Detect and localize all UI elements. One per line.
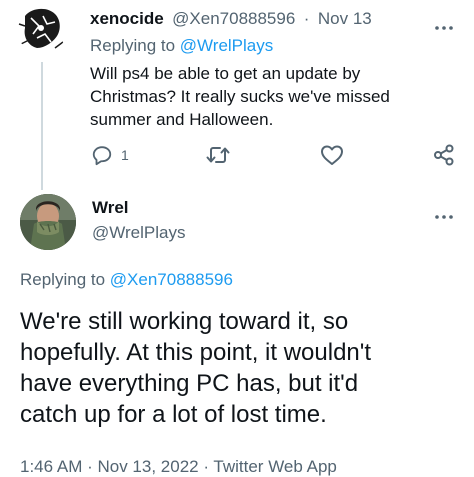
reply-count: 1 [121,147,129,163]
replying-to-link[interactable]: @Xen70888596 [110,270,233,289]
share-action[interactable] [433,144,455,166]
reply-replying-to: Replying to @WrelPlays [90,36,273,56]
reply-text-line: summer and Halloween. [90,110,274,129]
avatar-sketch-icon [17,4,67,54]
avatar-wrel[interactable] [20,194,76,250]
main-text-line: We're still working toward it, so [20,308,349,335]
reply-text-line: Christmas? It really sucks we've missed [90,87,390,106]
reply-tweet-header: xenocide @Xen70888596 · Nov 13 [90,9,372,29]
reply-handle[interactable]: @Xen70888596 [172,9,295,28]
like-action[interactable] [320,144,344,166]
main-tweet-text: We're still working toward it, so hopefu… [20,306,371,430]
reply-display-name[interactable]: xenocide [90,9,164,28]
reply-icon [92,146,112,166]
more-icon[interactable] [435,206,453,219]
reply-date[interactable]: Nov 13 [318,9,372,28]
avatar-xenocide[interactable] [17,4,67,54]
main-display-name[interactable]: Wrel [92,198,129,218]
header-separator: · [303,9,310,28]
reply-text-line: Will ps4 be able to get an update by [90,64,361,83]
main-text-line: hopefully. At this point, it wouldn't [20,339,372,366]
replying-to-link[interactable]: @WrelPlays [180,36,273,55]
main-text-line: have everything PC has, but it'd [20,370,359,397]
replying-to-label: Replying to [90,36,176,55]
like-icon [321,145,343,165]
reply-tweet-text: Will ps4 be able to get an update by Chr… [90,62,390,131]
more-icon[interactable] [435,17,453,30]
main-handle[interactable]: @WrelPlays [92,223,185,243]
avatar-photo-icon [20,194,76,250]
tweet-timestamp[interactable]: 1:46 AM · Nov 13, 2022 · Twitter Web App [20,457,337,477]
main-text-line: catch up for a lot of lost time. [20,401,327,428]
thread-connector [41,62,43,190]
main-replying-to: Replying to @Xen70888596 [20,270,233,290]
retweet-icon [206,147,230,163]
replying-to-label: Replying to [20,270,106,289]
retweet-action[interactable] [206,144,230,166]
share-icon [434,144,454,166]
reply-action[interactable]: 1 [91,144,129,166]
